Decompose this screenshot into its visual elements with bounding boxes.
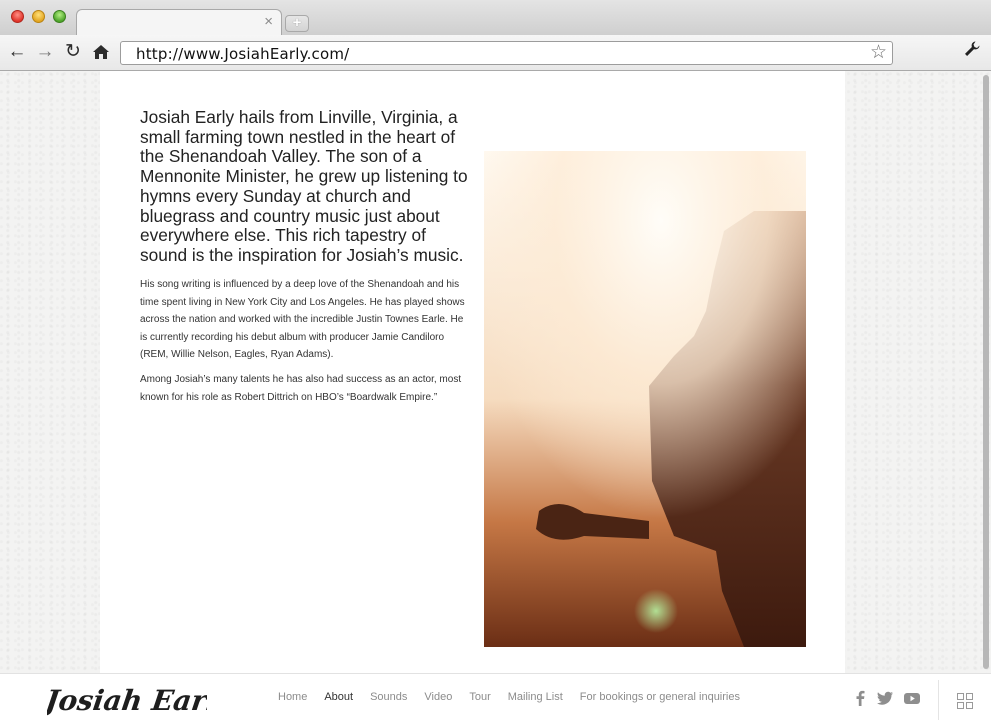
browser-tab[interactable]: × bbox=[76, 9, 282, 35]
site-logo[interactable]: Josiah Early bbox=[38, 676, 237, 726]
bookmark-star-icon[interactable]: ☆ bbox=[870, 42, 887, 64]
facebook-icon[interactable] bbox=[849, 687, 871, 709]
artist-photo bbox=[484, 151, 806, 647]
nav-home[interactable]: Home bbox=[278, 691, 307, 703]
nav-tour[interactable]: Tour bbox=[469, 691, 490, 703]
forward-arrow-icon[interactable]: → bbox=[34, 40, 56, 64]
body-paragraph-1: His song writing is influenced by a deep… bbox=[140, 279, 465, 360]
nav-video[interactable]: Video bbox=[424, 691, 452, 703]
logo-text: Josiah Early bbox=[47, 684, 207, 717]
minimize-window-button[interactable] bbox=[32, 10, 45, 23]
tab-close-icon[interactable]: × bbox=[264, 12, 273, 32]
youtube-icon[interactable] bbox=[901, 687, 923, 709]
scroll-thumb[interactable] bbox=[983, 75, 989, 669]
url-text[interactable]: http://www.JosiahEarly.com/ bbox=[136, 45, 349, 63]
browser-titlebar: × + bbox=[0, 0, 991, 35]
lead-paragraph: Josiah Early hails from Linville, Virgin… bbox=[140, 107, 468, 265]
close-window-button[interactable] bbox=[11, 10, 24, 23]
body-paragraph-2: Among Josiah’s many talents he has also … bbox=[140, 374, 462, 403]
browser-toolbar: ← → ↻ http://www.JosiahEarly.com/ ☆ bbox=[0, 35, 991, 71]
grid-icon[interactable] bbox=[957, 693, 973, 709]
nav-sounds[interactable]: Sounds bbox=[370, 691, 407, 703]
zoom-window-button[interactable] bbox=[53, 10, 66, 23]
nav-bookings[interactable]: For bookings or general inquiries bbox=[580, 691, 740, 703]
twitter-icon[interactable] bbox=[874, 687, 896, 709]
site-footer: Josiah Early Home About Sounds Video Tou… bbox=[0, 673, 991, 726]
back-arrow-icon[interactable]: ← bbox=[6, 40, 28, 64]
new-tab-button[interactable]: + bbox=[285, 15, 309, 32]
footer-divider bbox=[938, 680, 939, 720]
home-icon[interactable] bbox=[90, 40, 112, 64]
nav-about[interactable]: About bbox=[324, 691, 353, 703]
wrench-icon[interactable] bbox=[963, 39, 981, 65]
nav-mailing-list[interactable]: Mailing List bbox=[508, 691, 563, 703]
scrollbar[interactable] bbox=[980, 71, 991, 673]
address-bar[interactable]: http://www.JosiahEarly.com/ ☆ bbox=[120, 41, 893, 65]
main-navigation: Home About Sounds Video Tour Mailing Lis… bbox=[278, 691, 757, 703]
page-viewport: Josiah Early hails from Linville, Virgin… bbox=[0, 71, 991, 726]
reload-icon[interactable]: ↻ bbox=[62, 40, 84, 64]
